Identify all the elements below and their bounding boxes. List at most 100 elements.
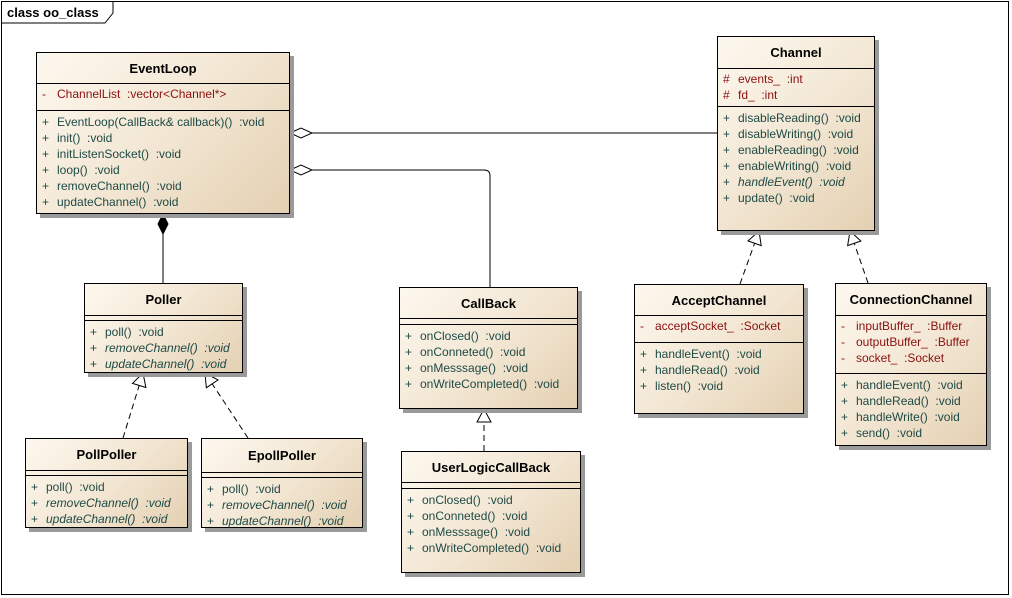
visibility-marker: -	[841, 319, 845, 333]
operations-compartment: + poll() :void + removeChannel() :void + upda…	[85, 321, 242, 372]
member-text: send() :void	[856, 426, 923, 440]
attribute-row: - socket_ :Socket	[836, 350, 986, 366]
visibility-marker: +	[723, 175, 731, 189]
operation-row: + onClosed() :void	[402, 492, 580, 508]
member-text: removeChannel() :void	[57, 179, 182, 193]
class-poller[interactable]: Poller + poll() :void + removeChannel() :voi…	[84, 283, 243, 373]
operation-row: + handleRead() :void	[836, 393, 986, 409]
operation-row: + disableWriting() :void	[718, 126, 874, 142]
visibility-marker: +	[407, 509, 415, 523]
realization-pollpoller-poller-arrowhead	[131, 371, 147, 389]
visibility-marker: +	[31, 496, 39, 510]
attribute-row: - inputBuffer_ :Buffer	[836, 318, 986, 334]
member-text: loop() :void	[57, 163, 120, 177]
class-name: Channel	[718, 37, 874, 69]
member-text: onClosed() :void	[420, 329, 511, 343]
visibility-marker: +	[723, 111, 731, 125]
operation-row: + update() :void	[718, 190, 874, 206]
class-pollpoller[interactable]: PollPoller + poll() :void + removeChannel() …	[25, 438, 188, 528]
operations-compartment: + handleEvent() :void + handleRead() :void +…	[635, 343, 803, 394]
member-text: handleEvent() :void	[856, 378, 963, 392]
member-text: acceptSocket_ :Socket	[655, 319, 781, 333]
aggregation-eventloop-callback-line	[312, 169, 491, 287]
member-text: handleRead() :void	[856, 394, 961, 408]
member-text: onWriteCompleted() :void	[422, 541, 562, 555]
visibility-marker: +	[407, 493, 415, 507]
member-text: socket_ :Socket	[856, 351, 945, 365]
attribute-row: - acceptSocket_ :Socket	[635, 318, 803, 334]
visibility-marker: +	[723, 143, 731, 157]
visibility-marker: -	[640, 319, 644, 333]
class-eventloop[interactable]: EventLoop - ChannelList :vector<Channel*> +…	[36, 52, 290, 214]
class-name: Poller	[85, 284, 242, 316]
operation-row: + updateChannel() :void	[85, 356, 242, 372]
attributes-compartment: # events_ :int # fd_ :int	[718, 69, 874, 107]
operation-row: + enableReading() :void	[718, 142, 874, 158]
class-callback[interactable]: CallBack + onClosed() :void + onConneted() :…	[399, 287, 578, 409]
visibility-marker: +	[407, 541, 415, 555]
member-text: handleWrite() :void	[856, 410, 960, 424]
operation-row: + onConneted() :void	[400, 344, 577, 360]
operation-row: + initListenSocket() :void	[37, 146, 289, 162]
operations-compartment: + poll() :void + removeChannel() :void + upda…	[202, 478, 362, 529]
class-connectionchannel[interactable]: ConnectionChannel - inputBuffer_ :Buffer - o…	[835, 283, 987, 446]
member-text: poll() :void	[46, 480, 105, 494]
operation-row: + updateChannel() :void	[37, 194, 289, 210]
member-text: handleRead() :void	[655, 363, 760, 377]
member-text: onConneted() :void	[420, 345, 526, 359]
class-diagram: class oo_class EventLoop - ChannelList :ve…	[0, 0, 1012, 598]
visibility-marker: +	[640, 347, 648, 361]
member-text: updateChannel() :void	[57, 195, 179, 209]
operations-compartment: + disableReading() :void + disableWriting()…	[718, 107, 874, 206]
attributes-compartment: - ChannelList :vector<Channel*>	[37, 84, 289, 111]
member-text: init() :void	[57, 131, 113, 145]
visibility-marker: +	[42, 195, 50, 209]
member-text: update() :void	[738, 191, 815, 205]
member-text: enableReading() :void	[738, 143, 859, 157]
visibility-marker: +	[841, 378, 849, 392]
class-name: UserLogicCallBack	[402, 452, 580, 483]
member-text: fd_ :int	[738, 88, 778, 102]
realization-connectionchannel-channel-line	[853, 243, 869, 284]
realization-connectionchannel-channel-arrowhead	[847, 230, 862, 247]
visibility-marker: +	[42, 147, 50, 161]
aggregation-diamond-icon	[288, 127, 314, 139]
member-text: updateChannel() :void	[222, 514, 344, 528]
visibility-marker: +	[405, 361, 413, 375]
class-name: AcceptChannel	[635, 285, 803, 316]
visibility-marker: +	[42, 115, 50, 129]
operation-row: + onWriteCompleted() :void	[402, 540, 580, 556]
visibility-marker: #	[723, 72, 730, 86]
operation-row: + init() :void	[37, 130, 289, 146]
member-text: onConneted() :void	[422, 509, 528, 523]
member-text: poll() :void	[105, 325, 164, 339]
class-userlogiccallback[interactable]: UserLogicCallBack + onClosed() :void + onCon…	[401, 451, 581, 573]
operation-row: + handleWrite() :void	[836, 409, 986, 425]
operation-row: + onClosed() :void	[400, 328, 577, 344]
class-epollpoller[interactable]: EpollPoller + poll() :void + removeChannel()…	[201, 438, 363, 528]
class-name: EventLoop	[37, 53, 289, 84]
operation-row: + removeChannel() :void	[37, 178, 289, 194]
class-acceptchannel[interactable]: AcceptChannel - acceptSocket_ :Socket + hand…	[634, 284, 804, 414]
operation-row: + loop() :void	[37, 162, 289, 178]
visibility-marker: +	[841, 394, 849, 408]
class-channel[interactable]: Channel # events_ :int # fd_ :int + disableRea…	[717, 36, 875, 231]
member-text: onClosed() :void	[422, 493, 513, 507]
realization-epollpoller-poller-line	[211, 383, 249, 439]
visibility-marker: +	[723, 191, 731, 205]
operation-row: + updateChannel() :void	[26, 511, 187, 527]
visibility-marker: +	[723, 159, 731, 173]
member-text: removeChannel() :void	[46, 496, 171, 510]
operation-row: + send() :void	[836, 425, 986, 441]
operation-row: + poll() :void	[202, 481, 362, 497]
visibility-marker: #	[723, 88, 730, 102]
realization-epollpoller-poller-arrowhead	[204, 372, 219, 389]
operations-compartment: + onClosed() :void + onConneted() :void + onM…	[400, 325, 577, 392]
operations-compartment: + handleEvent() :void + handleRead() :void +…	[836, 374, 986, 441]
member-text: removeChannel() :void	[222, 498, 347, 512]
visibility-marker: +	[90, 357, 98, 371]
visibility-marker: +	[207, 482, 215, 496]
class-name: ConnectionChannel	[836, 284, 986, 316]
operation-row: + poll() :void	[85, 324, 242, 340]
member-text: onMesssage() :void	[422, 525, 531, 539]
